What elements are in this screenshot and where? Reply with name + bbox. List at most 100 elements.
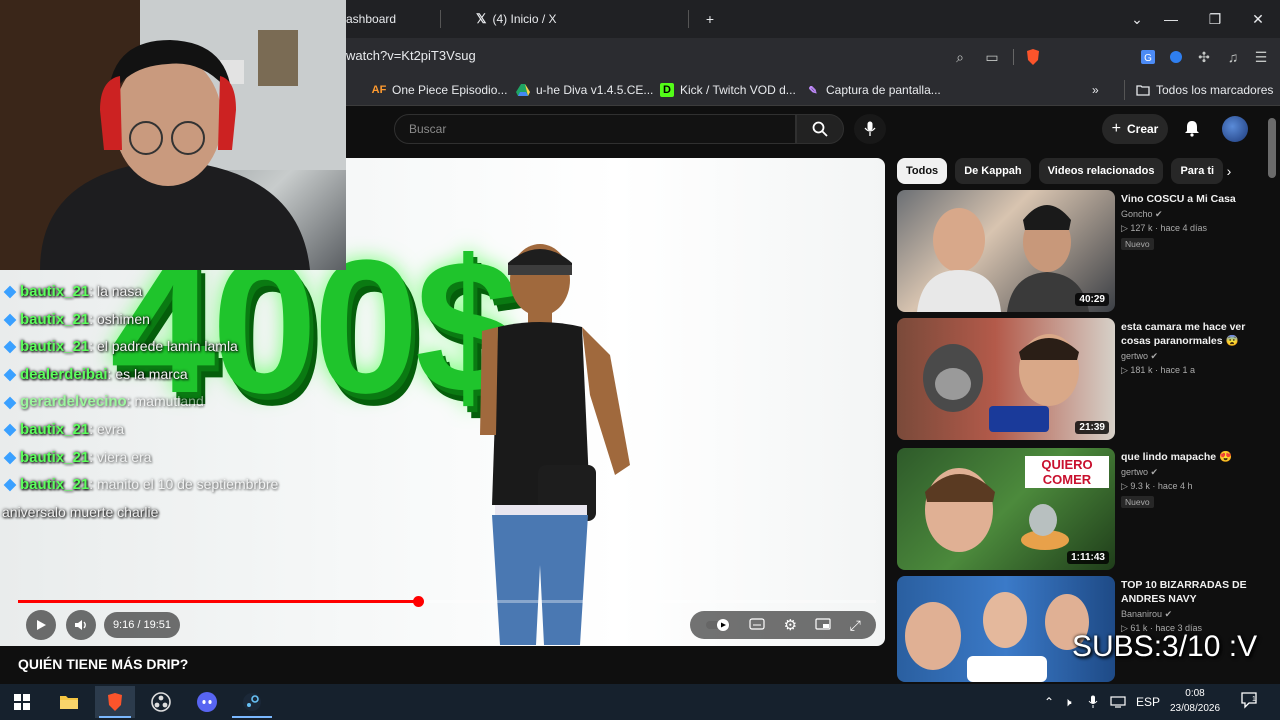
bookmark-kick[interactable]: D Kick / Twitch VOD d... xyxy=(660,81,796,99)
discord-icon[interactable] xyxy=(187,686,227,718)
chat-message: bautix_21: manito el 10 de septiembrbre xyxy=(0,471,346,499)
brave-browser-icon[interactable] xyxy=(95,686,135,718)
recommendation-title[interactable]: TOP 10 BIZARRADAS DE ANDRES NAVY xyxy=(1121,578,1273,606)
volume-button[interactable] xyxy=(66,610,96,640)
channel-name: Bananirou xyxy=(1121,609,1163,619)
recommendation-channel[interactable]: gertwo ✔ xyxy=(1121,467,1273,478)
recommendation-thumbnail[interactable]: 21:39 xyxy=(897,318,1115,440)
chat-message: bautix_21: evra xyxy=(0,416,346,444)
chips-next-chevron-icon[interactable]: › xyxy=(1218,160,1240,182)
settings-gear-icon[interactable]: ⚙ xyxy=(784,616,797,634)
fullscreen-icon[interactable]: ⤢ xyxy=(850,617,861,634)
chat-message: bautix_21: oshimen xyxy=(0,306,346,334)
bookmark-label: One Piece Episodio... xyxy=(392,83,508,97)
chip-1[interactable]: De Kappah xyxy=(955,158,1031,184)
bookmark-one-piece[interactable]: AF One Piece Episodio... xyxy=(372,81,508,99)
screenshot-icon: ✎ xyxy=(808,84,818,97)
chip-3[interactable]: Para ti xyxy=(1171,158,1224,184)
tab-label: ashboard xyxy=(346,12,397,26)
active-app-indicator xyxy=(99,716,131,718)
notifications-bell-icon[interactable] xyxy=(1180,116,1204,140)
speaker-icon[interactable]: 🕨 xyxy=(1064,692,1072,712)
close-window-button[interactable]: ✕ xyxy=(1243,6,1273,32)
recommendation-meta: ▷ 127 k · hace 4 días xyxy=(1121,223,1207,233)
miniplayer-icon[interactable] xyxy=(815,617,831,633)
bookmark-screenshot[interactable]: ✎ Captura de pantalla... xyxy=(806,81,940,99)
maximize-button[interactable]: ❐ xyxy=(1200,6,1230,32)
bookmark-diva[interactable]: u-he Diva v1.4.5.CE... xyxy=(516,81,653,99)
voice-search-button[interactable] xyxy=(854,114,886,144)
chat-text: viera era xyxy=(96,448,152,465)
bookmarks-more-icon[interactable]: » xyxy=(1092,81,1099,99)
chat-username: gerardelvecino xyxy=(20,393,127,411)
tray-expand-icon[interactable]: ⌃ xyxy=(1044,692,1054,712)
chat-text: la nasa xyxy=(96,283,143,299)
extensions-puzzle-icon[interactable]: ✣ xyxy=(1193,46,1215,68)
chip-2[interactable]: Videos relacionados xyxy=(1038,158,1164,184)
file-explorer-icon[interactable] xyxy=(49,686,89,718)
obs-icon[interactable] xyxy=(141,686,181,718)
recommendation-thumbnail[interactable]: QUIERO COMER 1:11:43 xyxy=(897,448,1115,570)
drive-icon xyxy=(516,83,530,97)
all-bookmarks[interactable]: Todos los marcadores xyxy=(1136,81,1273,99)
recommendation-title[interactable]: esta camara me hace ver cosas paranormal… xyxy=(1121,320,1273,348)
svg-text:G: G xyxy=(1144,53,1152,64)
new-badge: Nuevo xyxy=(1121,238,1154,250)
account-avatar[interactable] xyxy=(1222,116,1248,142)
recommendation-channel[interactable]: gertwo ✔ xyxy=(1121,351,1273,362)
brave-shield-icon[interactable] xyxy=(1022,46,1044,68)
chat-message: gerardelvecino: mamutland xyxy=(0,388,346,416)
tab-x-inicio[interactable]: 𝕏 (4) Inicio / X xyxy=(476,6,557,32)
zoom-icon[interactable]: ⌕ xyxy=(949,46,971,68)
extension-blue-icon[interactable] xyxy=(1165,46,1187,68)
chat-text: evra xyxy=(96,420,125,437)
minimize-button[interactable]: — xyxy=(1156,6,1186,32)
microphone-tray-icon[interactable] xyxy=(1088,692,1098,712)
clock-time: 0:08 xyxy=(1185,688,1205,699)
steam-icon[interactable] xyxy=(232,686,272,718)
recommendation-item[interactable]: 40:29 Vino COSCU a Mi Casa Goncho ✔ ▷ 12… xyxy=(897,190,1277,312)
search-input[interactable]: Buscar xyxy=(394,114,796,144)
verified-icon: ✔ xyxy=(1164,609,1173,619)
tab-search-dropdown-icon[interactable]: ⌄ xyxy=(1122,6,1152,32)
player-right-controls: ⚙ ⤢ xyxy=(690,611,876,639)
taskbar-clock[interactable]: 0:08 23/08/2026 xyxy=(1166,686,1224,716)
new-tab-button[interactable]: + xyxy=(695,6,725,32)
recommendation-channel[interactable]: Goncho ✔ xyxy=(1121,209,1273,220)
tab-dashboard[interactable]: ashboard xyxy=(346,6,396,32)
recommendation-channel[interactable]: Bananirou ✔ xyxy=(1121,609,1273,620)
play-icon xyxy=(37,620,46,630)
notifications-icon[interactable]: 1 xyxy=(1240,690,1258,710)
chat-badge-icon xyxy=(3,451,17,465)
menu-icon[interactable]: ☰ xyxy=(1250,46,1272,68)
subtitles-icon[interactable] xyxy=(749,617,765,633)
autoplay-toggle-icon[interactable] xyxy=(705,618,731,632)
recommendation-thumbnail[interactable] xyxy=(897,576,1115,682)
recommendation-title[interactable]: Vino COSCU a Mi Casa xyxy=(1121,192,1273,206)
search-button[interactable] xyxy=(796,114,844,144)
recommendation-thumbnail[interactable]: 40:29 xyxy=(897,190,1115,312)
recommendation-item[interactable]: 21:39 esta camara me hace ver cosas para… xyxy=(897,318,1277,440)
chat-message: dealerdeibai: es la marca xyxy=(0,361,346,389)
page-scrollbar[interactable] xyxy=(1268,118,1276,178)
language-indicator[interactable]: ESP xyxy=(1136,692,1160,712)
chat-badge-icon xyxy=(3,285,17,299)
windows-start-icon[interactable] xyxy=(2,686,42,718)
recommendation-item[interactable]: TOP 10 BIZARRADAS DE ANDRES NAVY Bananir… xyxy=(897,576,1277,682)
chat-separator: : xyxy=(89,476,97,493)
chip-0[interactable]: Todos xyxy=(897,158,948,184)
progress-bar-played xyxy=(18,600,418,603)
translate-icon[interactable]: G xyxy=(1137,46,1159,68)
network-icon[interactable] xyxy=(1110,692,1126,712)
media-music-icon[interactable]: ♫ xyxy=(1222,46,1244,68)
progress-scrubber[interactable] xyxy=(413,596,424,607)
recommendation-title[interactable]: que lindo mapache 😍 xyxy=(1121,450,1273,464)
address-url[interactable]: watch?v=Kt2piT3Vsug xyxy=(346,48,476,63)
recommendation-item[interactable]: QUIERO COMER 1:11:43 que lindo mapache 😍… xyxy=(897,448,1277,570)
bookmark-label: Todos los marcadores xyxy=(1156,83,1274,97)
new-badge: Nuevo xyxy=(1121,496,1154,508)
play-button[interactable] xyxy=(26,610,56,640)
cast-icon[interactable]: ▭ xyxy=(981,46,1003,68)
create-button[interactable]: + Crear xyxy=(1102,114,1168,144)
tab-label: (4) Inicio / X xyxy=(492,12,557,26)
